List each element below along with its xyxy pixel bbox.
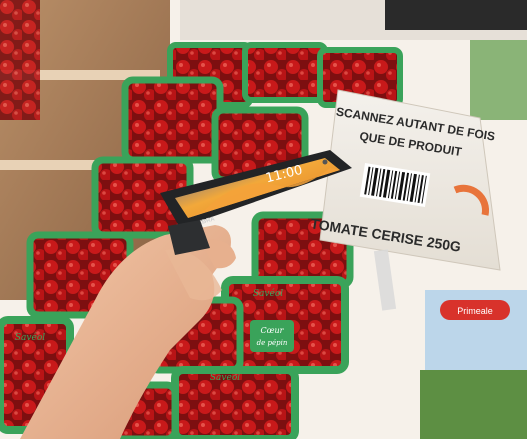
tomato-pack [121,76,224,164]
greens [470,40,527,120]
camera-icon [322,159,328,165]
tomato-pack [242,42,328,103]
side-product: Primeale [420,290,527,439]
pack-tagline-1: Cœur [260,326,284,335]
loose-tomatoes [0,0,40,120]
side-product-greens [420,370,527,439]
photo-scene: Cœur de pépin Savéol Savéol Savéol Prime… [0,0,527,439]
pack-brand: Savéol [15,332,45,343]
pack-brand: Savéol [210,372,240,383]
dark-shelf [385,0,527,30]
pack-tagline-2: de pépin [257,339,288,347]
pack-label [250,320,294,352]
pack-brand: Savéol [253,288,283,299]
side-product-brand: Primeale [457,306,493,316]
